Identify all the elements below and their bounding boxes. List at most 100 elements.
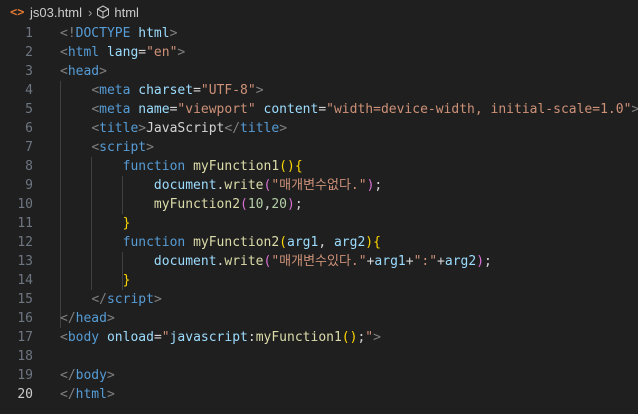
code-text: myFunction2(10,20); [60, 195, 303, 214]
code-line[interactable]: 15 </script> [0, 290, 638, 309]
code-token: "width=device-width, initial-scale=1.0" [326, 102, 632, 117]
code-token: { [294, 159, 303, 174]
code-line[interactable]: 7 <script> [0, 138, 638, 157]
code-text: <html lang="en"> [60, 43, 185, 62]
code-text: } [60, 271, 131, 290]
code-token: meta [99, 102, 131, 117]
code-token: ; [484, 254, 492, 269]
code-token: > [177, 45, 186, 60]
code-token: javascript [169, 330, 248, 345]
code-token: write [224, 178, 264, 193]
code-token: "매개변수없다." [271, 178, 367, 193]
code-token: ( [279, 235, 287, 250]
code-token: > [99, 64, 107, 79]
line-number: 8 [25, 159, 33, 174]
code-token: html [67, 45, 100, 60]
code-text: <title>JavaScript</title> [60, 119, 287, 138]
code-token: > [169, 26, 178, 41]
code-token: </ [60, 311, 76, 326]
code-token: "UTF-8" [200, 83, 256, 98]
code-line[interactable]: 14 } [0, 271, 638, 290]
code-token: = [138, 45, 147, 60]
breadcrumb-symbol[interactable]: html [114, 5, 139, 20]
code-token: "en" [146, 45, 178, 60]
code-token: ) [286, 197, 295, 212]
code-editor[interactable]: 1 <!DOCTYPE html> 2 <html lang="en"> 3 <head>… [0, 24, 638, 414]
code-token: document [153, 254, 217, 269]
code-token: arg2 [333, 235, 366, 250]
code-token: body [75, 368, 107, 383]
code-token: ; [294, 197, 303, 212]
code-text: </script> [60, 290, 162, 309]
line-number: 3 [25, 64, 33, 79]
code-token: </ [60, 368, 76, 383]
code-token: < [60, 45, 68, 60]
code-line[interactable]: 19 </body> [0, 366, 638, 385]
code-line[interactable]: 4 <meta charset="UTF-8"> [0, 81, 638, 100]
code-line[interactable]: 16 </head> [0, 309, 638, 328]
breadcrumb-file[interactable]: js03.html [30, 5, 82, 20]
line-number: 1 [25, 26, 33, 41]
line-number: 18 [17, 349, 33, 364]
code-token: < [60, 64, 68, 79]
code-line[interactable]: 10 myFunction2(10,20); [0, 195, 638, 214]
code-token: document [153, 178, 217, 193]
code-token: } [122, 273, 131, 288]
code-token: > [153, 292, 162, 307]
code-line[interactable]: 1 <!DOCTYPE html> [0, 24, 638, 43]
code-token: = [193, 83, 201, 98]
code-token: ; [374, 178, 383, 193]
line-number: 16 [17, 311, 33, 326]
line-number: 5 [25, 102, 33, 117]
code-line[interactable]: 3 <head> [0, 62, 638, 81]
line-number: 10 [17, 197, 33, 212]
code-token: > [138, 121, 147, 136]
code-line[interactable]: 17 <body onload="javascript:myFunction1()… [0, 328, 638, 347]
code-token: > [106, 368, 115, 383]
code-token: DOCTYPE [75, 26, 131, 41]
code-line[interactable]: 11 } [0, 214, 638, 233]
code-token: < [91, 102, 100, 117]
code-token: onload [106, 330, 154, 345]
code-token: < [60, 330, 68, 345]
code-token: write [224, 254, 264, 269]
code-line[interactable]: 9 document.write("매개변수없다."); [0, 176, 638, 195]
code-token: () [279, 159, 295, 174]
code-token: < [91, 83, 100, 98]
code-line[interactable]: 2 <html lang="en"> [0, 43, 638, 62]
code-token: ) [365, 235, 374, 250]
breadcrumb: <> js03.html › html [0, 0, 638, 24]
line-number: 17 [17, 330, 33, 345]
code-token: ":" [413, 254, 438, 269]
code-text: <!DOCTYPE html> [60, 24, 177, 43]
code-token: 10 [247, 197, 264, 212]
code-text: </html> [60, 385, 115, 404]
code-token: > [106, 387, 115, 402]
html-file-icon: <> [10, 5, 25, 19]
code-line[interactable]: 12 function myFunction2(arg1, arg2){ [0, 233, 638, 252]
code-line[interactable]: 8 function myFunction1(){ [0, 157, 638, 176]
line-number: 13 [17, 254, 33, 269]
code-token: = [153, 330, 162, 345]
code-line[interactable]: 13 document.write("매개변수있다."+arg1+":"+arg… [0, 252, 638, 271]
code-line[interactable]: 20 </html> [0, 385, 638, 404]
line-number: 14 [17, 273, 33, 288]
code-line[interactable]: 6 <title>JavaScript</title> [0, 119, 638, 138]
code-token: head [67, 64, 100, 79]
code-line[interactable]: 18 [0, 347, 638, 366]
code-token: , [318, 235, 334, 250]
code-token: meta [99, 83, 131, 98]
code-token: } [122, 216, 131, 231]
code-line[interactable]: 5 <meta name="viewport" content="width=d… [0, 100, 638, 119]
code-token: " [161, 330, 170, 345]
line-number: 7 [25, 140, 33, 155]
